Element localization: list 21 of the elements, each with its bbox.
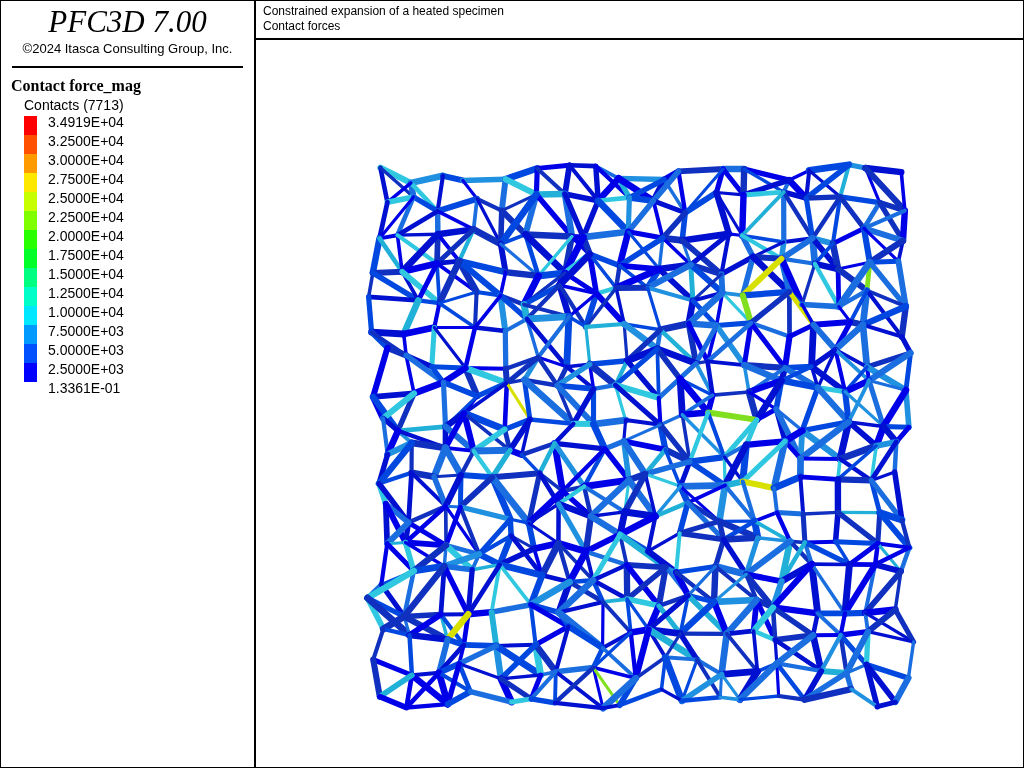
legend-value: 1.5000E+04 (48, 265, 124, 284)
legend-value: 1.0000E+04 (48, 303, 124, 322)
product-title: PFC3D 7.00 (47, 5, 208, 39)
legend-value: 1.7500E+04 (48, 246, 124, 265)
legend-value: 2.7500E+04 (48, 170, 124, 189)
legend-value: 5.0000E+03 (48, 341, 124, 360)
legend-value: 3.2500E+04 (48, 132, 124, 151)
legend-value: 3.0000E+04 (48, 151, 124, 170)
legend-value: 2.2500E+04 (48, 208, 124, 227)
legend-value: 1.2500E+04 (48, 284, 124, 303)
copyright-text: ©2024 Itasca Consulting Group, Inc. (21, 41, 234, 56)
legend-value: 2.0000E+04 (48, 227, 124, 246)
legend-subtitle: Contacts (7713) (24, 97, 125, 113)
legend-title: Contact force_mag (11, 77, 142, 95)
legend-value: 3.4919E+04 (48, 113, 124, 132)
plot-title: Constrained expansion of a heated specimen (263, 4, 505, 19)
legend-value: 1.3361E-01 (48, 379, 122, 398)
plot-subtitle: Contact forces (263, 19, 342, 34)
legend-value: 2.5000E+04 (48, 189, 124, 208)
legend-value: 7.5000E+03 (48, 322, 124, 341)
legend-value: 2.5000E+03 (48, 360, 124, 379)
